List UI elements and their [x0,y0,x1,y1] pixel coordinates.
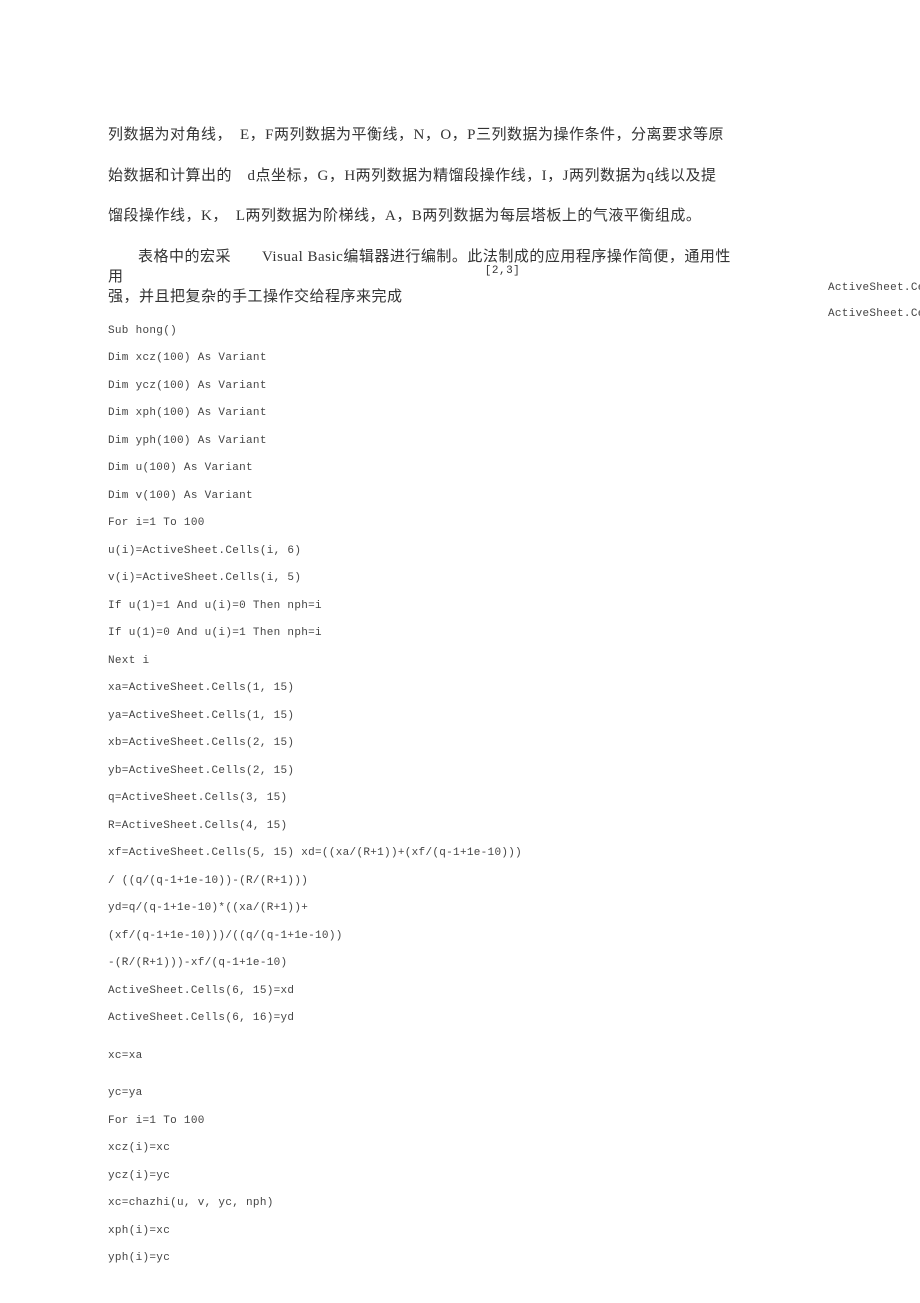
code-line-26: ActiveSheet.Cells(6, 16)=yd [108,1013,812,1024]
code-line-22: yd=q/(q-1+1e-10)*((xa/(R+1))+ [108,903,812,914]
code-line-8: For i=1 To 100 [108,518,812,529]
code-line-31: ycz(i)=yc [108,1171,812,1182]
paragraph-1-line-3: 馏段操作线，K， L两列数据为阶梯线，A，B两列数据为每层塔板上的气液平衡组成。 [108,196,812,237]
code-line-2: Dim xcz(100) As Variant [108,353,812,364]
code-line-19: R=ActiveSheet.Cells(4, 15) [108,821,812,832]
paragraph-1-line-1: 列数据为对角线， E，F两列数据为平衡线，N，O，P三列数据为操作条件，分离要求… [108,115,812,156]
code-line-28: yc=ya [108,1088,812,1099]
left-column: 强，并且把复杂的手工操作交给程序来完成 [2,3] [108,277,812,318]
code-line-30: xcz(i)=xc [108,1143,812,1154]
code-line-13: Next i [108,656,812,667]
code-line-12: If u(1)=0 And u(i)=1 Then nph=i [108,628,812,639]
code-line-5: Dim yph(100) As Variant [108,436,812,447]
reference-superscript: [2,3] [485,265,521,277]
two-column-row: 强，并且把复杂的手工操作交给程序来完成 [2,3] ActiveSheet.Ce… [108,277,812,318]
code-line-15: ya=ActiveSheet.Cells(1, 15) [108,711,812,722]
code-line-3: Dim ycz(100) As Variant [108,381,812,392]
code-line-6: Dim u(100) As Variant [108,463,812,474]
code-line-10: v(i)=ActiveSheet.Cells(i, 5) [108,573,812,584]
code-line-23: (xf/(q-1+1e-10)))/((q/(q-1+1e-10)) [108,931,812,942]
code-line-7: Dim v(100) As Variant [108,491,812,502]
code-line-9: u(i)=ActiveSheet.Cells(i, 6) [108,546,812,557]
paragraph-2-line-2: 强，并且把复杂的手工操作交给程序来完成 [2,3] [108,277,812,318]
paragraph-2-line-1: 表格中的宏采 Visual Basic编辑器进行编制。此法制成的应用程序操作简便… [108,237,812,278]
code-block: Sub hong() Dim xcz(100) As Variant Dim y… [108,326,812,1265]
code-line-11: If u(1)=1 And u(i)=0 Then nph=i [108,601,812,612]
code-line-16: xb=ActiveSheet.Cells(2, 15) [108,738,812,749]
code-line-32: xc=chazhi(u, v, yc, nph) [108,1198,812,1209]
code-line-4: Dim xph(100) As Variant [108,408,812,419]
code-line-29: For i=1 To 100 [108,1116,812,1127]
code-line-14: xa=ActiveSheet.Cells(1, 15) [108,683,812,694]
code-line-34: yph(i)=yc [108,1253,812,1264]
paragraph-1-line-2: 始数据和计算出的 d点坐标，G，H两列数据为精馏段操作线，I，J两列数据为q线以… [108,156,812,197]
code-line-27: xc=xa [108,1051,812,1062]
code-line-21: / ((q/(q-1+1e-10))-(R/(R+1))) [108,876,812,887]
code-right-2: ActiveSheet.Cells(i, 2)=yph(i) [828,309,920,320]
code-line-18: q=ActiveSheet.Cells(3, 15) [108,793,812,804]
code-line-33: xph(i)=xc [108,1226,812,1237]
code-right-1: ActiveSheet.Cells(i, 1)=xph(i) [828,283,920,294]
paragraph-2-line-2-text: 强，并且把复杂的手工操作交给程序来完成 [108,289,403,305]
code-line-17: yb=ActiveSheet.Cells(2, 15) [108,766,812,777]
code-line-24: -(R/(R+1)))-xf/(q-1+1e-10) [108,958,812,969]
code-line-20: xf=ActiveSheet.Cells(5, 15) xd=((xa/(R+1… [108,848,812,859]
code-line-25: ActiveSheet.Cells(6, 15)=xd [108,986,812,997]
main-text-block: 列数据为对角线， E，F两列数据为平衡线，N，O，P三列数据为操作条件，分离要求… [108,115,812,318]
paragraph-2-line-1-text: 表格中的宏采 Visual Basic编辑器进行编制。此法制成的应用程序操作简便… [138,249,731,265]
code-line-1: Sub hong() [108,326,812,337]
